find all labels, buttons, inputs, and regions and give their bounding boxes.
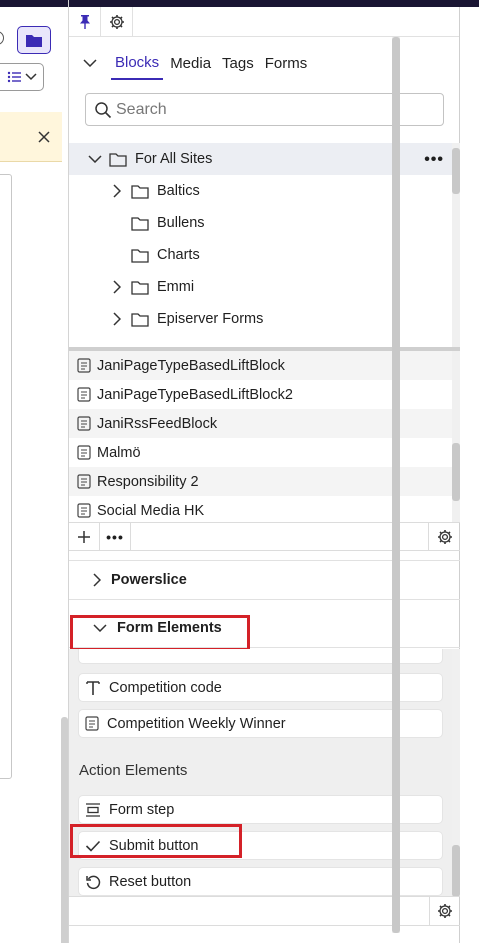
close-icon[interactable] bbox=[38, 130, 50, 143]
text-t-icon bbox=[86, 680, 100, 695]
tree-item-label: Emmi bbox=[157, 279, 195, 295]
top-header-strip bbox=[0, 0, 479, 7]
panel-settings-button[interactable] bbox=[101, 7, 133, 37]
form-element-item[interactable]: Competition code bbox=[78, 673, 443, 702]
tree-scrollbar[interactable] bbox=[452, 143, 460, 350]
tab-media[interactable]: Media bbox=[166, 55, 215, 80]
gear-icon bbox=[438, 904, 452, 918]
radio-icon[interactable] bbox=[0, 31, 4, 45]
list-item-label: JaniPageTypeBasedLiftBlock bbox=[97, 357, 285, 374]
chevron-right-icon[interactable] bbox=[109, 183, 125, 199]
chevron-down-icon[interactable] bbox=[87, 151, 103, 167]
chevron-right-icon[interactable] bbox=[109, 311, 125, 327]
tab-blocks[interactable]: Blocks bbox=[111, 54, 164, 80]
collapse-tabs-button[interactable] bbox=[69, 46, 111, 80]
form-element-label: Reset button bbox=[109, 873, 192, 890]
chevron-down-icon bbox=[25, 73, 37, 81]
toolbar-spacer bbox=[131, 523, 429, 550]
asset-tabs: Blocks Media Tags Forms bbox=[69, 44, 460, 80]
more-icon: ••• bbox=[106, 529, 124, 545]
form-element-item[interactable]: Reset button bbox=[78, 867, 443, 896]
form-settings-button[interactable] bbox=[429, 897, 460, 925]
pin-icon bbox=[79, 15, 90, 29]
list-item-label: JaniPageTypeBasedLiftBlock2 bbox=[97, 386, 293, 403]
folder-toggle-button[interactable] bbox=[17, 26, 51, 54]
list-settings-button[interactable] bbox=[429, 523, 460, 551]
plus-icon bbox=[78, 531, 90, 543]
form-element-label: Competition code bbox=[109, 679, 222, 696]
highlight-box bbox=[70, 615, 250, 651]
search-icon bbox=[95, 101, 112, 118]
more-options-button[interactable]: ••• bbox=[100, 523, 131, 551]
folder-icon bbox=[131, 279, 149, 295]
block-icon bbox=[77, 416, 91, 431]
editor-scrollbar[interactable] bbox=[61, 717, 68, 943]
panel-toolbar bbox=[69, 7, 459, 37]
reset-icon bbox=[86, 875, 101, 889]
block-icon bbox=[77, 445, 91, 460]
folder-icon bbox=[131, 215, 149, 231]
form-element-label: Competition Weekly Winner bbox=[107, 715, 286, 732]
block-icon bbox=[85, 716, 99, 731]
pin-button[interactable] bbox=[69, 7, 101, 37]
panel-scrollbar[interactable] bbox=[392, 37, 400, 933]
list-icon bbox=[7, 71, 21, 83]
list-toolbar: ••• bbox=[69, 522, 460, 551]
form-element-item[interactable]: Competition Weekly Winner bbox=[78, 709, 443, 738]
tree-item-label: Baltics bbox=[157, 183, 200, 199]
content-editor-area[interactable] bbox=[0, 174, 12, 779]
search-input[interactable] bbox=[116, 100, 416, 119]
more-options-button[interactable]: ••• bbox=[424, 151, 444, 169]
chevron-right-icon[interactable] bbox=[109, 279, 125, 295]
chevron-down-icon bbox=[83, 59, 97, 67]
list-item-label: Malmö bbox=[97, 444, 141, 461]
form-element-item[interactable] bbox=[78, 649, 443, 664]
form-element-label: Form step bbox=[109, 801, 175, 818]
tree-item-label: Episerver Forms bbox=[157, 311, 264, 327]
chevron-right-icon bbox=[93, 573, 101, 587]
list-item-label: Responsibility 2 bbox=[97, 473, 199, 490]
section-powerslice[interactable]: Powerslice bbox=[69, 560, 460, 600]
list-item-label: Social Media HK bbox=[97, 502, 205, 519]
block-icon bbox=[77, 474, 91, 489]
tree-item-label: For All Sites bbox=[135, 151, 213, 167]
folder-icon bbox=[131, 247, 149, 263]
highlight-box bbox=[70, 824, 242, 858]
tree-item-label: Bullens bbox=[157, 215, 205, 231]
section-title: Powerslice bbox=[111, 572, 187, 588]
gear-icon bbox=[109, 15, 124, 29]
action-elements-heading: Action Elements bbox=[79, 762, 188, 779]
assets-panel: Blocks Media Tags Forms For All Sites ••… bbox=[69, 7, 460, 943]
form-step-icon bbox=[86, 802, 100, 817]
folder-icon bbox=[26, 34, 42, 47]
block-icon bbox=[77, 387, 91, 402]
folder-icon bbox=[131, 183, 149, 199]
tab-forms[interactable]: Forms bbox=[261, 55, 312, 80]
folder-icon bbox=[131, 311, 149, 327]
search-box bbox=[85, 93, 444, 126]
block-icon bbox=[77, 503, 91, 518]
editor-pane bbox=[0, 7, 69, 943]
gear-icon bbox=[437, 530, 452, 544]
block-icon bbox=[77, 358, 91, 373]
form-elements-toolbar bbox=[69, 896, 460, 926]
tree-item-label: Charts bbox=[157, 247, 200, 263]
list-scrollbar[interactable] bbox=[452, 351, 460, 523]
form-element-item[interactable]: Form step bbox=[78, 795, 443, 824]
folder-icon bbox=[109, 151, 127, 167]
add-button[interactable] bbox=[69, 523, 100, 551]
notification-bar bbox=[0, 112, 62, 162]
list-item-label: JaniRssFeedBlock bbox=[97, 415, 218, 432]
form-elements-scrollbar[interactable] bbox=[452, 649, 460, 897]
tab-tags[interactable]: Tags bbox=[218, 55, 258, 80]
view-mode-select[interactable] bbox=[0, 63, 44, 91]
